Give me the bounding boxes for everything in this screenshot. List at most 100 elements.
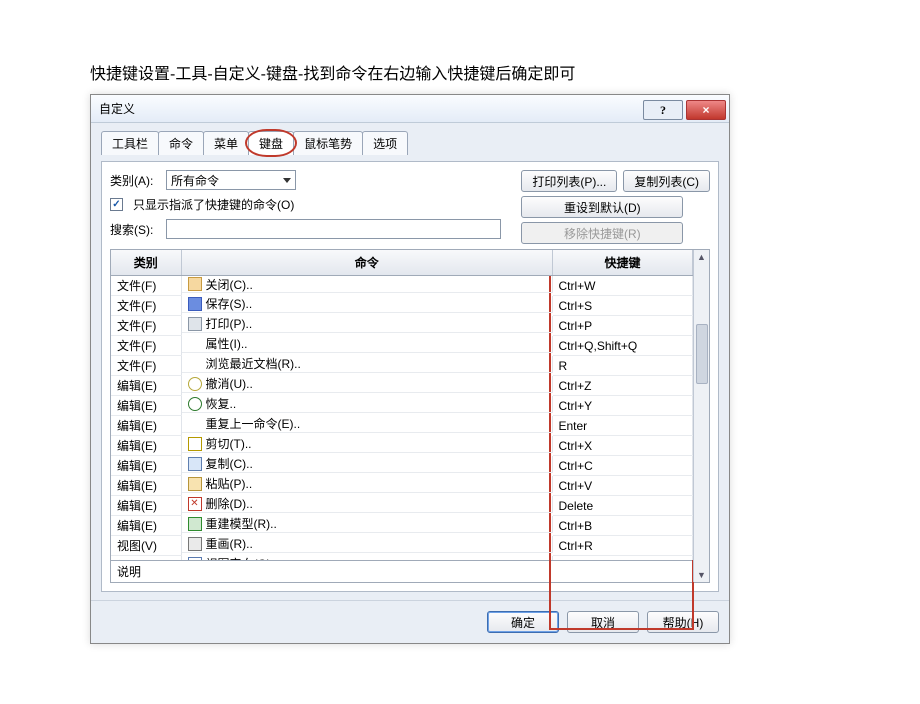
reset-default-button[interactable]: 重设到默认(D): [521, 196, 683, 218]
table-row[interactable]: 视图(V)重画(R)..Ctrl+R: [111, 536, 709, 556]
command-icon: [188, 417, 202, 431]
command-icon: [188, 357, 202, 371]
table-row[interactable]: 文件(F)打印(P)..Ctrl+P: [111, 316, 709, 336]
table-row[interactable]: 编辑(E)删除(D)..Delete: [111, 496, 709, 516]
copy-list-button[interactable]: 复制列表(C): [623, 170, 710, 192]
cell-shortcut[interactable]: Ctrl+S: [553, 296, 693, 316]
remove-shortcut-button[interactable]: 移除快捷键(R): [521, 222, 683, 244]
cell-category: 编辑(E): [111, 516, 181, 536]
cell-category: 编辑(E): [111, 376, 181, 396]
table-row[interactable]: 编辑(E)恢复..Ctrl+Y: [111, 396, 709, 416]
tab-mouse-gestures[interactable]: 鼠标笔势: [293, 131, 363, 155]
description-label: 说明: [111, 560, 709, 582]
command-icon: [188, 497, 202, 511]
cell-command: 重复上一命令(E)..: [182, 416, 553, 433]
col-header-shortcut[interactable]: 快捷键: [553, 250, 693, 276]
cell-shortcut[interactable]: Ctrl+P: [553, 316, 693, 336]
cell-command: 恢复..: [182, 396, 553, 413]
cell-shortcut[interactable]: Ctrl+Z: [553, 376, 693, 396]
category-label: 类别(A):: [110, 172, 160, 189]
col-header-command[interactable]: 命令: [181, 250, 553, 276]
cell-command: 重建模型(R)..: [182, 516, 553, 533]
shortcut-table: 类别 命令 快捷键 文件(F)关闭(C)..Ctrl+W文件(F)保存(S)..…: [111, 250, 709, 560]
customize-dialog: 自定义 ? × 工具栏 命令 菜单 键盘 鼠标笔势 选项 类别(A): 所有命令: [90, 94, 730, 644]
window-controls: ? ×: [643, 97, 729, 120]
only-assigned-checkbox[interactable]: [110, 198, 123, 211]
cell-category: 文件(F): [111, 356, 181, 376]
cell-shortcut[interactable]: Ctrl+W: [553, 276, 693, 296]
scroll-up-icon[interactable]: ▲: [695, 250, 709, 264]
help-icon[interactable]: ?: [643, 100, 683, 120]
table-row[interactable]: 文件(F)关闭(C)..Ctrl+W: [111, 276, 709, 296]
command-icon: [188, 517, 202, 531]
print-list-button[interactable]: 打印列表(P)...: [521, 170, 617, 192]
cell-command: 保存(S)..: [182, 296, 553, 313]
dialog-body: 工具栏 命令 菜单 键盘 鼠标笔势 选项 类别(A): 所有命令: [91, 123, 729, 600]
cell-command: 打印(P)..: [182, 316, 553, 333]
table-row[interactable]: 文件(F)保存(S)..Ctrl+S: [111, 296, 709, 316]
cell-shortcut[interactable]: Enter: [553, 416, 693, 436]
table-row[interactable]: 编辑(E)粘贴(P)..Ctrl+V: [111, 476, 709, 496]
dialog-title: 自定义: [99, 100, 135, 117]
cell-command: 剪切(T)..: [182, 436, 553, 453]
cell-command: 撤消(U)..: [182, 376, 553, 393]
cell-command: 复制(C)..: [182, 456, 553, 473]
command-icon: [188, 397, 202, 411]
command-icon: [188, 477, 202, 491]
category-select-value: 所有命令: [171, 172, 219, 189]
cell-category: 编辑(E): [111, 416, 181, 436]
dialog-footer: 确定 取消 帮助(H): [91, 600, 729, 643]
vertical-scrollbar[interactable]: ▲ ▼: [693, 250, 709, 582]
cell-command: 删除(D)..: [182, 496, 553, 513]
command-icon: [188, 337, 202, 351]
table-row[interactable]: 文件(F)浏览最近文档(R)..R: [111, 356, 709, 376]
cell-shortcut[interactable]: Ctrl+Y: [553, 396, 693, 416]
cell-category: 编辑(E): [111, 436, 181, 456]
tab-options[interactable]: 选项: [362, 131, 408, 155]
table-row[interactable]: 编辑(E)剪切(T)..Ctrl+X: [111, 436, 709, 456]
scroll-down-icon[interactable]: ▼: [695, 568, 709, 582]
cell-shortcut[interactable]: R: [553, 356, 693, 376]
page-caption: 快捷键设置-工具-自定义-键盘-找到命令在右边输入快捷键后确定即可: [90, 60, 830, 84]
command-icon: [188, 457, 202, 471]
tab-toolbars[interactable]: 工具栏: [101, 131, 159, 155]
cell-category: 编辑(E): [111, 396, 181, 416]
cell-command: 粘贴(P)..: [182, 476, 553, 493]
command-icon: [188, 437, 202, 451]
close-icon[interactable]: ×: [686, 100, 726, 120]
cancel-button[interactable]: 取消: [567, 611, 639, 633]
cell-category: 文件(F): [111, 296, 181, 316]
cell-category: 文件(F): [111, 316, 181, 336]
keyboard-panel: 类别(A): 所有命令 只显示指派了快捷键的命令(O) 搜索(S):: [101, 161, 719, 592]
table-row[interactable]: 视图(V)视图定向(O)..SpaceBar: [111, 556, 709, 561]
tab-menu[interactable]: 菜单: [203, 131, 249, 155]
scrollbar-thumb[interactable]: [696, 324, 708, 384]
category-select[interactable]: 所有命令: [166, 170, 296, 190]
col-header-category[interactable]: 类别: [111, 250, 181, 276]
table-row[interactable]: 编辑(E)重建模型(R)..Ctrl+B: [111, 516, 709, 536]
command-icon: [188, 317, 202, 331]
tab-keyboard[interactable]: 键盘: [248, 131, 294, 155]
cell-shortcut[interactable]: Ctrl+R: [553, 536, 693, 556]
table-row[interactable]: 编辑(E)撤消(U)..Ctrl+Z: [111, 376, 709, 396]
cell-shortcut[interactable]: Delete: [553, 496, 693, 516]
titlebar: 自定义 ? ×: [91, 95, 729, 123]
command-icon: [188, 277, 202, 291]
table-row[interactable]: 编辑(E)重复上一命令(E)..Enter: [111, 416, 709, 436]
cell-category: 文件(F): [111, 336, 181, 356]
cell-category: 视图(V): [111, 536, 181, 556]
table-row[interactable]: 编辑(E)复制(C)..Ctrl+C: [111, 456, 709, 476]
cell-shortcut[interactable]: Ctrl+X: [553, 436, 693, 456]
cell-shortcut[interactable]: Ctrl+Q,Shift+Q: [553, 336, 693, 356]
tab-commands[interactable]: 命令: [158, 131, 204, 155]
command-icon: [188, 557, 202, 561]
search-input[interactable]: [166, 219, 501, 239]
ok-button[interactable]: 确定: [487, 611, 559, 633]
help-button[interactable]: 帮助(H): [647, 611, 719, 633]
cell-shortcut[interactable]: Ctrl+B: [553, 516, 693, 536]
cell-shortcut[interactable]: Ctrl+V: [553, 476, 693, 496]
cell-shortcut[interactable]: Ctrl+C: [553, 456, 693, 476]
cell-shortcut[interactable]: SpaceBar: [553, 556, 693, 561]
shortcut-table-wrap: 类别 命令 快捷键 文件(F)关闭(C)..Ctrl+W文件(F)保存(S)..…: [110, 249, 710, 583]
table-row[interactable]: 文件(F)属性(I)..Ctrl+Q,Shift+Q: [111, 336, 709, 356]
